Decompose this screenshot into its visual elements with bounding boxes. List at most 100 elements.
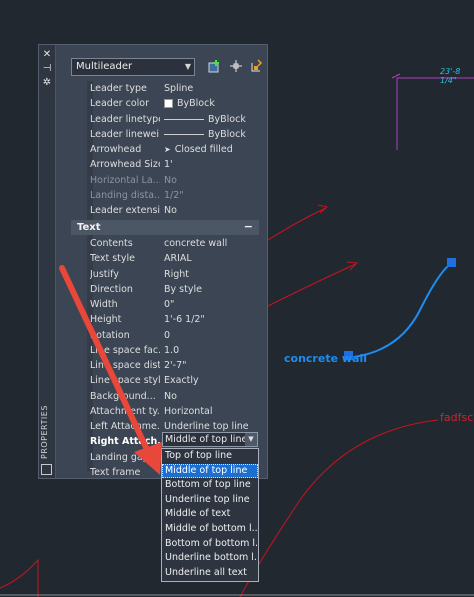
prop-label: Line space dist... bbox=[90, 360, 160, 371]
prop-row-arrowhead[interactable]: Arrowhead ➤ Closed filled bbox=[71, 142, 259, 157]
multileader-spline[interactable] bbox=[353, 262, 453, 358]
prop-label: Line space style bbox=[90, 375, 160, 387]
properties-palette: ✕ ⊣ ✲ PROPERTIES Multileader ▼ Leader ty… bbox=[38, 44, 268, 479]
palette-title-strip[interactable]: ✕ ⊣ ✲ PROPERTIES bbox=[39, 45, 56, 478]
red-leader-2 bbox=[267, 263, 357, 307]
lineweight-preview bbox=[164, 133, 204, 135]
select-objects-icon[interactable] bbox=[229, 59, 243, 73]
object-type-value: Multileader bbox=[76, 61, 133, 72]
dropdown-option[interactable]: Middle of bottom l... bbox=[162, 522, 258, 537]
chevron-down-icon[interactable]: ▼ bbox=[245, 433, 257, 446]
prop-value: Spline bbox=[164, 83, 194, 94]
linetype-preview bbox=[164, 118, 204, 120]
object-type-select[interactable]: Multileader ▼ bbox=[71, 58, 195, 76]
prop-label: Horizontal La... bbox=[90, 174, 160, 186]
red-leader-3 bbox=[239, 419, 439, 597]
prop-row-leader-extension[interactable]: Leader extensi... No bbox=[71, 203, 259, 218]
prop-row-leader-lineweight[interactable]: Leader linewei... ByBlock bbox=[71, 127, 259, 142]
prop-row-line-space-factor[interactable]: Line space fac... 1.0 bbox=[71, 343, 259, 358]
prop-row-landing-distance[interactable]: Landing dista... 1/2" bbox=[71, 188, 259, 203]
prop-value: 0 bbox=[164, 329, 171, 341]
prop-label: Height bbox=[90, 314, 122, 326]
dimension-tick bbox=[391, 73, 401, 79]
red-leader-4 bbox=[0, 558, 39, 597]
prop-label: Background... bbox=[90, 390, 156, 402]
prop-label: Line space fac... bbox=[90, 344, 160, 356]
red-leader-1-arrow bbox=[317, 204, 329, 214]
prop-label: Text style bbox=[90, 253, 136, 265]
prop-value: No bbox=[164, 390, 177, 402]
prop-row-leader-color[interactable]: Leader color ByBlock bbox=[71, 96, 259, 111]
prop-value: ByBlock bbox=[208, 128, 246, 140]
settings-icon[interactable]: ✲ bbox=[41, 77, 53, 89]
right-attachment-value: Middle of top line bbox=[165, 434, 248, 445]
red-leader-1 bbox=[267, 207, 327, 241]
leader-properties: Leader type Spline Leader color ByBlock Le… bbox=[71, 81, 259, 218]
prop-row-horizontal-landing[interactable]: Horizontal La... No bbox=[71, 173, 259, 188]
section-header-text[interactable]: Text − bbox=[71, 220, 259, 235]
prop-value: ARIAL bbox=[164, 253, 192, 265]
prop-value: Exactly bbox=[164, 375, 199, 387]
prop-label: Rotation bbox=[90, 329, 130, 341]
prop-value: concrete wall bbox=[164, 238, 228, 249]
prop-label: Landing gap bbox=[90, 451, 149, 463]
dropdown-option-selected[interactable]: Middle of top line bbox=[162, 463, 258, 479]
prop-row-contents[interactable]: Contents concrete wall bbox=[71, 236, 259, 251]
toggle-pickadd-icon[interactable] bbox=[207, 59, 221, 73]
prop-row-background-mask[interactable]: Background... No bbox=[71, 389, 259, 404]
prop-value: 1/2" bbox=[164, 189, 184, 201]
color-swatch bbox=[164, 99, 173, 109]
prop-value: ByBlock bbox=[177, 98, 215, 110]
grip-end[interactable] bbox=[447, 258, 456, 267]
prop-row-justify[interactable]: Justify Right bbox=[71, 267, 259, 282]
pin-icon[interactable]: ⊣ bbox=[41, 63, 53, 75]
prop-value: 0" bbox=[164, 299, 175, 310]
prop-row-width[interactable]: Width 0" bbox=[71, 297, 259, 312]
prop-label: Arrowhead bbox=[90, 144, 142, 155]
red-text[interactable]: fadfsc bbox=[440, 411, 473, 424]
prop-value: ByBlock bbox=[208, 113, 246, 125]
prop-row-height[interactable]: Height 1'-6 1/2" bbox=[71, 312, 259, 327]
collapse-icon[interactable]: − bbox=[244, 219, 253, 234]
dropdown-option[interactable]: Underline bottom l... bbox=[162, 551, 258, 566]
prop-row-leader-linetype[interactable]: Leader linetype ByBlock bbox=[71, 112, 259, 127]
close-icon[interactable]: ✕ bbox=[41, 49, 53, 61]
dropdown-option[interactable]: Top of top line bbox=[162, 449, 258, 464]
right-attachment-select[interactable]: Middle of top line ▼ bbox=[162, 432, 258, 447]
dimension-text[interactable]: 23'-8 1/4" bbox=[440, 67, 474, 85]
prop-value: 1' bbox=[164, 159, 173, 171]
prop-label: Landing dista... bbox=[90, 189, 160, 201]
prop-row-text-style[interactable]: Text style ARIAL bbox=[71, 251, 259, 266]
prop-row-rotation[interactable]: Rotation 0 bbox=[71, 328, 259, 343]
palette-toolbar: Multileader ▼ bbox=[71, 58, 263, 78]
chevron-down-icon: ▼ bbox=[184, 62, 191, 71]
prop-row-line-space-style[interactable]: Line space style Exactly bbox=[71, 373, 259, 388]
prop-label: Left Attachme... bbox=[90, 421, 160, 432]
section-title: Text bbox=[77, 222, 101, 233]
dropdown-option[interactable]: Underline all text bbox=[162, 566, 258, 581]
prop-row-leader-type[interactable]: Leader type Spline bbox=[71, 81, 259, 96]
prop-value: Closed filled bbox=[174, 144, 233, 155]
prop-row-arrowhead-size[interactable]: Arrowhead Size 1' bbox=[71, 157, 259, 172]
mleader-text[interactable]: concrete wall bbox=[284, 352, 367, 365]
quick-select-icon[interactable] bbox=[249, 59, 263, 73]
prop-value: Right bbox=[164, 268, 190, 280]
prop-label: Attachment ty... bbox=[90, 405, 160, 417]
arrowhead-icon: ➤ bbox=[164, 145, 171, 154]
prop-label: Right Attach... bbox=[90, 436, 160, 448]
dropdown-option[interactable]: Bottom of top line bbox=[162, 478, 258, 493]
prop-row-direction[interactable]: Direction By style bbox=[71, 282, 259, 297]
dropdown-option[interactable]: Underline top line bbox=[162, 493, 258, 508]
prop-value: No bbox=[164, 174, 177, 186]
palette-properties-icon[interactable] bbox=[41, 464, 52, 475]
prop-value: By style bbox=[164, 283, 202, 295]
prop-value: Horizontal bbox=[164, 405, 213, 417]
prop-label: Leader color bbox=[90, 98, 149, 110]
prop-row-attachment-type[interactable]: Attachment ty... Horizontal bbox=[71, 404, 259, 419]
dropdown-option[interactable]: Bottom of bottom l... bbox=[162, 537, 258, 552]
right-attachment-options: Top of top line Middle of top line Botto… bbox=[161, 448, 259, 582]
prop-label: Leader extensi... bbox=[90, 205, 160, 216]
prop-row-line-space-distance[interactable]: Line space dist... 2'-7" bbox=[71, 358, 259, 373]
dropdown-option[interactable]: Middle of text bbox=[162, 507, 258, 522]
prop-value: 2'-7" bbox=[164, 360, 187, 371]
